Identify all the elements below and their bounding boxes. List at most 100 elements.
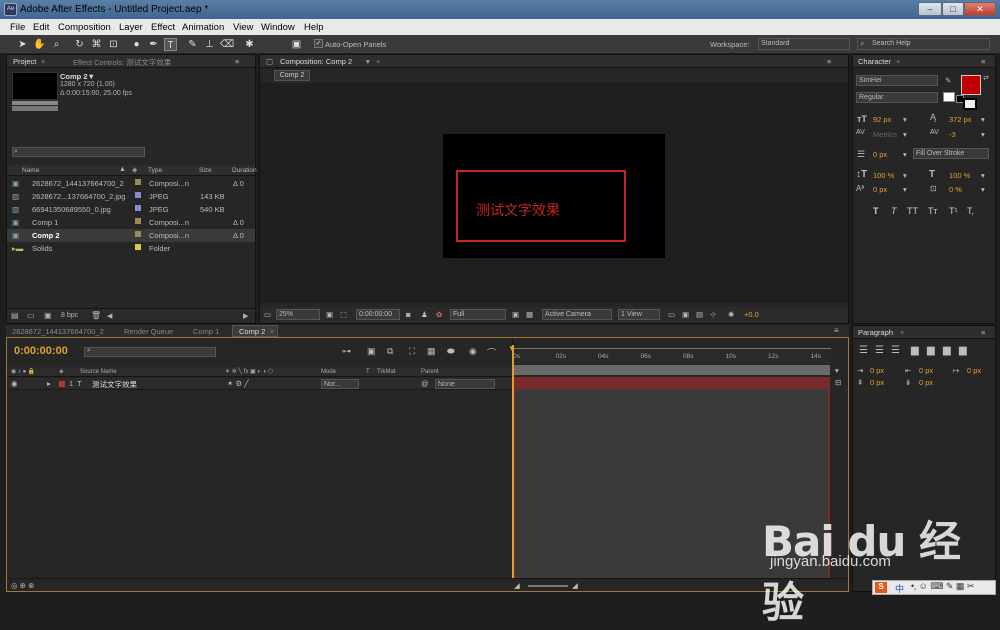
ime-language[interactable]: 中 xyxy=(895,582,904,595)
pixel-aspect-icon[interactable]: ▭ xyxy=(668,310,675,319)
cti-head-icon[interactable]: ▼ xyxy=(508,344,516,353)
scroll-left-icon[interactable]: ◀ xyxy=(107,312,112,320)
col-trkmat[interactable]: TrkMat xyxy=(377,369,395,375)
delete-icon[interactable]: 🗑 xyxy=(91,311,101,320)
zoom-in-icon[interactable]: ◢ xyxy=(572,581,578,590)
indent-right-value[interactable]: 0 px xyxy=(919,366,933,375)
zoom-out-icon[interactable]: ◢ xyxy=(514,581,520,590)
rotate-tool-icon[interactable]: ↻ xyxy=(73,38,86,51)
menu-window[interactable]: Window xyxy=(261,22,295,33)
current-time-indicator[interactable] xyxy=(512,345,514,581)
mask-visibility-icon[interactable]: ⬚ xyxy=(340,310,347,319)
space-before-value[interactable]: 0 px xyxy=(870,378,884,387)
eyedropper-icon[interactable]: ✎ xyxy=(945,76,951,85)
align-right-icon[interactable]: ☰ xyxy=(891,345,900,356)
flowchart-icon[interactable]: ⊹ xyxy=(710,310,716,319)
item-name[interactable]: Comp 1 xyxy=(32,218,58,227)
pen-tool-icon[interactable]: ✒ xyxy=(147,38,160,51)
kerning-value[interactable]: Metrics xyxy=(873,130,897,139)
comp-button-icon[interactable]: ▾ xyxy=(835,366,839,375)
vertical-scale-value[interactable]: 100 % xyxy=(873,171,894,180)
stroke-color-swatch[interactable] xyxy=(963,98,977,110)
work-area-bar[interactable] xyxy=(513,365,830,375)
layer-label-color[interactable] xyxy=(59,381,65,387)
toggle-panes-icons[interactable]: ◎ ⊕ ⊗ xyxy=(11,581,34,590)
menu-effect[interactable]: Effect xyxy=(151,22,175,33)
dropdown-icon[interactable]: ▾ xyxy=(903,130,907,139)
superscript-button[interactable]: T¹ xyxy=(949,206,958,216)
tracking-value[interactable]: -3 xyxy=(949,130,956,139)
panel-menu-icon[interactable]: ≡ xyxy=(981,57,985,66)
tab-close-icon[interactable]: × xyxy=(896,57,900,66)
justify-right-icon[interactable]: ▆ xyxy=(943,345,951,356)
tab-close-icon[interactable]: × xyxy=(376,57,380,66)
live-update-icon[interactable]: ▣ xyxy=(367,346,376,357)
interpret-footage-icon[interactable]: ▤ xyxy=(11,311,19,320)
hand-tool-icon[interactable]: ✋ xyxy=(33,38,46,51)
project-item[interactable]: ▨ 2628672...137664700_2.jpg JPEG 143 KB xyxy=(7,190,255,203)
white-swatch[interactable] xyxy=(943,92,955,102)
item-label-color[interactable] xyxy=(135,192,141,198)
faux-bold-button[interactable]: T xyxy=(873,206,879,216)
canvas-text[interactable]: 测试文字效果 xyxy=(476,200,560,220)
dropdown-icon[interactable]: ▾ xyxy=(981,171,985,180)
new-folder-icon[interactable]: ▭ xyxy=(27,311,35,320)
menu-file[interactable]: File xyxy=(10,22,25,33)
layer-parent-select[interactable]: None xyxy=(435,379,495,389)
all-caps-button[interactable]: TT xyxy=(907,206,918,216)
panel-menu-icon[interactable]: ≡ xyxy=(827,57,831,66)
layer-row[interactable]: ◉ ▸ 1 T 测试文字效果 ✶ ⚙ ╱ Nor... @ None xyxy=(7,378,512,390)
font-family-select[interactable]: SimHei xyxy=(856,75,938,86)
menu-layer[interactable]: Layer xyxy=(119,22,143,33)
minimize-button[interactable]: – xyxy=(918,2,942,16)
dropdown-icon[interactable]: ▾ xyxy=(366,57,370,66)
dropdown-icon[interactable]: ▾ xyxy=(981,185,985,194)
justify-center-icon[interactable]: ▆ xyxy=(927,345,935,356)
tsume-value[interactable]: 0 % xyxy=(949,185,962,194)
col-name[interactable]: Name xyxy=(22,167,39,174)
dropdown-icon[interactable]: ▾ xyxy=(981,130,985,139)
project-item[interactable]: ▸▬ Solids Folder xyxy=(7,242,255,255)
item-name[interactable]: Comp 2 xyxy=(32,231,60,240)
subscript-button[interactable]: T, xyxy=(967,206,974,216)
brainstorm-icon[interactable]: ◉ xyxy=(469,346,477,357)
sogou-icon[interactable]: S xyxy=(875,582,887,593)
puppet-tool-icon[interactable]: ✱ xyxy=(243,38,256,51)
tab-close-icon[interactable]: × xyxy=(41,57,45,66)
swap-colors-icon[interactable]: ⇄ xyxy=(983,74,989,82)
faux-italic-button[interactable]: T xyxy=(891,206,897,216)
paste-icon[interactable]: ▣ xyxy=(290,38,303,51)
layer-tail-icon[interactable]: ⊟ xyxy=(835,378,841,387)
horizontal-scale-value[interactable]: 100 % xyxy=(949,171,970,180)
layer-switches-icon[interactable]: ✶ ⚙ ╱ xyxy=(227,379,249,388)
comp-timecode[interactable]: 0:00:00:00 xyxy=(356,309,400,320)
col-parent[interactable]: Parent xyxy=(421,369,439,375)
eye-icon[interactable]: ◉ xyxy=(11,379,18,388)
camera-select[interactable]: Active Camera xyxy=(542,309,612,320)
comp-viewer[interactable]: 测试文字效果 xyxy=(260,83,848,303)
zoom-slider[interactable] xyxy=(528,585,568,587)
dropdown-icon[interactable]: ▾ xyxy=(903,185,907,194)
tab-comp-2628672[interactable]: 2628672_144137664700_2 xyxy=(12,327,104,336)
project-item[interactable]: ▣ Comp 1 Composi...n Δ 0 xyxy=(7,216,255,229)
exposure-icon[interactable]: ✺ xyxy=(728,310,734,319)
graph-editor-icon[interactable]: ⌒ xyxy=(487,346,496,359)
project-item[interactable]: ▣ 2628672_144137664700_2 Composi...n Δ 0 xyxy=(7,177,255,190)
draft-3d-icon[interactable]: ⧉ xyxy=(387,346,393,357)
layer-duration-bar[interactable] xyxy=(513,377,830,389)
zoom-tool-icon[interactable]: ⌕ xyxy=(50,38,63,51)
tab-close-icon[interactable]: × xyxy=(900,328,904,337)
selection-tool-icon[interactable]: ➤ xyxy=(16,38,29,51)
workspace-select[interactable]: Standard xyxy=(758,38,850,50)
dropdown-icon[interactable]: ▾ xyxy=(981,115,985,124)
panel-menu-icon[interactable]: ≡ xyxy=(235,57,239,66)
comp-mini-flowchart-icon[interactable]: ⊶ xyxy=(342,346,351,357)
maximize-button[interactable]: □ xyxy=(942,2,964,16)
close-button[interactable]: ✕ xyxy=(964,2,996,16)
stroke-type-select[interactable]: Fill Over Stroke xyxy=(913,148,989,159)
indent-left-value[interactable]: 0 px xyxy=(870,366,884,375)
camera-tool-icon[interactable]: ⌘ xyxy=(90,38,103,51)
layer-expand-icon[interactable]: ▸ xyxy=(47,379,51,388)
project-search-input[interactable] xyxy=(12,147,145,157)
item-name[interactable]: 66941350689550_0.jpg xyxy=(32,205,111,214)
